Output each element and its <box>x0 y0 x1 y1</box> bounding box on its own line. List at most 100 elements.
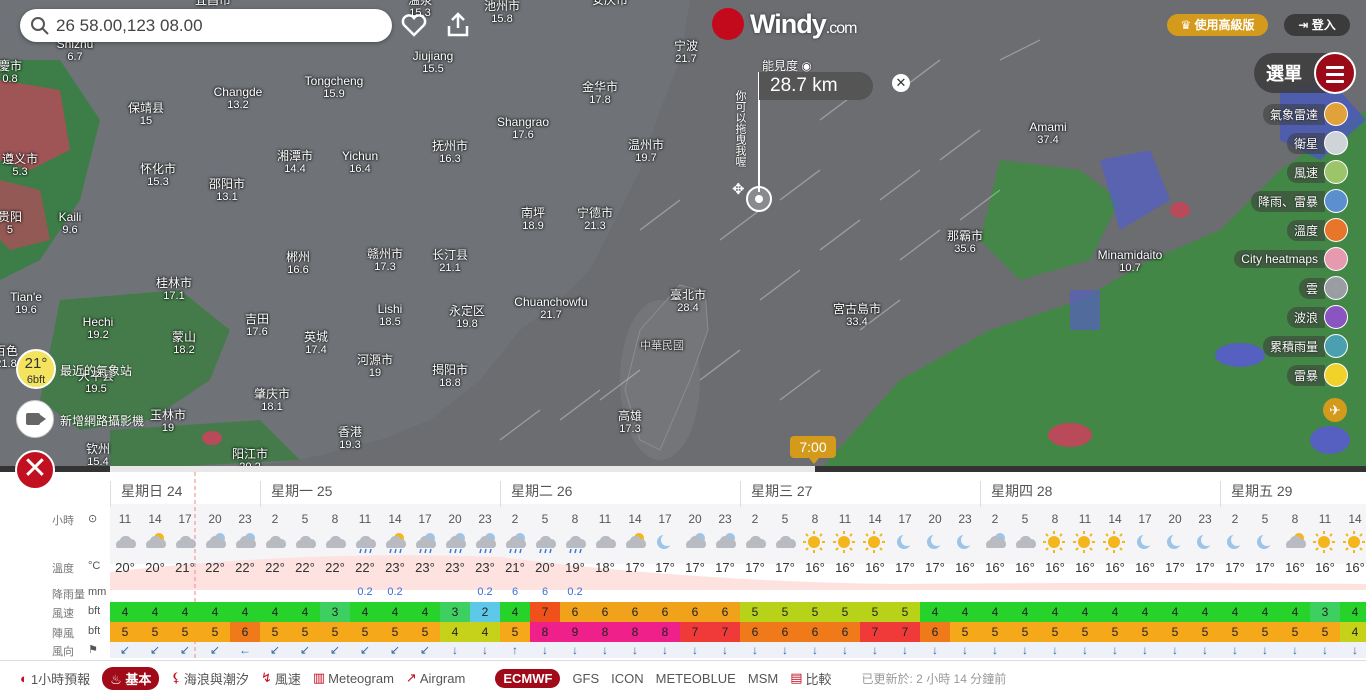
time-badge[interactable]: 7:00 <box>790 436 836 464</box>
cloud-rain-icon <box>350 530 380 554</box>
moon-icon <box>650 530 680 554</box>
layer-item[interactable]: 風速 <box>1286 160 1348 184</box>
sun-icon <box>860 530 890 554</box>
night-cloud-icon <box>230 530 260 554</box>
layer-item[interactable]: 雲 <box>1298 276 1348 300</box>
layer-item[interactable]: City heatmaps <box>1234 247 1348 271</box>
layer-item[interactable]: 雷暴 <box>1286 363 1348 387</box>
share-icon[interactable] <box>443 10 473 40</box>
city-value: 21.3 <box>584 220 606 232</box>
city-value: 19 <box>368 367 382 379</box>
layer-item[interactable]: 累積雨量 <box>1262 334 1348 358</box>
temp-cell: 20° <box>535 560 555 575</box>
city-label: Changde 13.2 <box>214 86 263 112</box>
hour-cell: 5 <box>541 512 549 526</box>
gust-cell: 4 <box>470 622 500 642</box>
close-picker-button[interactable]: ✕ <box>892 74 910 92</box>
hourly-toggle[interactable]: ◐ 1小時預報 <box>20 669 90 688</box>
hour-cell: 23 <box>958 512 972 526</box>
tab-basic[interactable]: ♨ 基本 <box>102 666 160 690</box>
move-icon[interactable]: ✥ <box>732 180 745 198</box>
gust-cell: 6 <box>800 622 830 642</box>
nearest-station-label[interactable]: 最近的氣象站 <box>60 362 132 379</box>
rain-cell: 0.2 <box>357 586 373 598</box>
layer-icon <box>1324 334 1348 358</box>
layer-item[interactable]: 降雨、雷暴 <box>1250 189 1348 213</box>
menu-label: 選單 <box>1266 64 1302 84</box>
hour-cell: 8 <box>811 512 819 526</box>
wind-cell: 6 <box>590 602 620 622</box>
gust-cell: 5 <box>110 622 140 642</box>
compare-button[interactable]: ▤ 比較 <box>790 669 831 688</box>
wind-direction-icon: ← <box>239 643 251 657</box>
city-name: 怀化市 <box>139 162 177 176</box>
model-meteoblue[interactable]: METEOBLUE <box>656 671 736 686</box>
layer-icon <box>1324 305 1348 329</box>
city-name: 玉林市 <box>149 408 187 422</box>
search-bar[interactable] <box>20 9 392 42</box>
city-label: 长汀县 21.1 <box>432 249 468 275</box>
airplane-icon[interactable]: ✈ <box>1323 398 1347 422</box>
temp-cell: 16° <box>1045 560 1065 575</box>
layer-icon <box>1324 189 1348 213</box>
temp-cell: 23° <box>415 560 435 575</box>
temp-cell: 22° <box>205 560 225 575</box>
forecast-table: 小時 ⊙ 溫度 °C 降雨量 mm 風速 bft 陣風 bft 風向 ⚑ 星期日 24 星期一… <box>0 472 1366 660</box>
layer-item[interactable]: 溫度 <box>1286 218 1348 242</box>
city-label: 抚州市 16.3 <box>432 140 468 166</box>
close-forecast-button[interactable]: ✕ <box>15 450 55 490</box>
add-webcam-label[interactable]: 新增網路攝影機 <box>60 412 144 429</box>
nearest-station-bubble[interactable]: 21° 6bft <box>16 349 56 389</box>
weather-map[interactable]: Shizhu 6.7 Jiujiang 15.5 池州市 15.8 慶市 0.8 Changde… <box>0 0 1366 470</box>
city-name: 抚州市 <box>431 139 469 153</box>
gust-cell: 5 <box>290 622 320 642</box>
tab-airgram[interactable]: ↗ Airgram <box>406 670 465 686</box>
camera-icon[interactable] <box>16 400 54 438</box>
temp-cell: 17° <box>685 560 705 575</box>
model-ecmwf[interactable]: ECMWF <box>495 668 561 688</box>
city-name: 桂林市 <box>155 276 193 290</box>
day-header: 星期一 25 <box>260 481 332 507</box>
wind-direction-icon: ↓ <box>1142 643 1148 657</box>
hamburger-icon <box>1314 52 1356 94</box>
location-picker[interactable] <box>746 186 772 212</box>
city-label: Tian'e 19.6 <box>10 291 42 317</box>
wind-cell: 5 <box>860 602 890 622</box>
layer-item[interactable]: 衛星 <box>1286 131 1348 155</box>
hour-cell: 20 <box>448 512 462 526</box>
hour-cell: 5 <box>781 512 789 526</box>
city-value: 18.8 <box>439 377 461 389</box>
model-msm[interactable]: MSM <box>748 671 778 686</box>
city-name: 永定区 <box>448 304 486 318</box>
clock-icon: ⊙ <box>88 513 98 525</box>
wind-direction-icon: ↓ <box>1232 643 1238 657</box>
night-cloud-icon <box>680 530 710 554</box>
heart-icon[interactable] <box>399 10 429 40</box>
sun-icon <box>1340 530 1366 554</box>
city-value: 9.6 <box>62 224 78 236</box>
windy-logo[interactable]: Windy.com <box>712 8 857 40</box>
gust-cell: 5 <box>1310 622 1340 642</box>
hour-cell: 5 <box>301 512 309 526</box>
city-label: Kaili 9.6 <box>59 211 82 237</box>
menu-button[interactable]: 選單 <box>1254 52 1356 94</box>
layer-item[interactable]: 波浪 <box>1286 305 1348 329</box>
tab-waves[interactable]: ⚸ 海浪與潮汐 <box>171 669 249 688</box>
login-button[interactable]: ⇥ 登入 <box>1284 14 1350 36</box>
day-header: 星期二 26 <box>500 481 572 507</box>
tab-meteogram[interactable]: ▥ Meteogram <box>313 670 394 686</box>
wind-cell: 3 <box>320 602 350 622</box>
city-value: 17.1 <box>163 290 185 302</box>
model-gfs[interactable]: GFS <box>572 671 599 686</box>
wind-direction-icon: ↓ <box>1022 643 1028 657</box>
search-input[interactable] <box>56 15 356 36</box>
city-name: Jiujiang <box>412 49 454 63</box>
model-icon[interactable]: ICON <box>611 671 644 686</box>
layer-item[interactable]: 氣象雷達 <box>1262 102 1348 126</box>
wind-cell: 4 <box>1160 602 1190 622</box>
hour-cell: 23 <box>238 512 252 526</box>
temp-cell: 16° <box>955 560 975 575</box>
hour-cell: 20 <box>208 512 222 526</box>
tab-wind[interactable]: ↯ 風速 <box>261 669 301 688</box>
premium-button[interactable]: ♛ 使用高級版 <box>1167 14 1268 36</box>
